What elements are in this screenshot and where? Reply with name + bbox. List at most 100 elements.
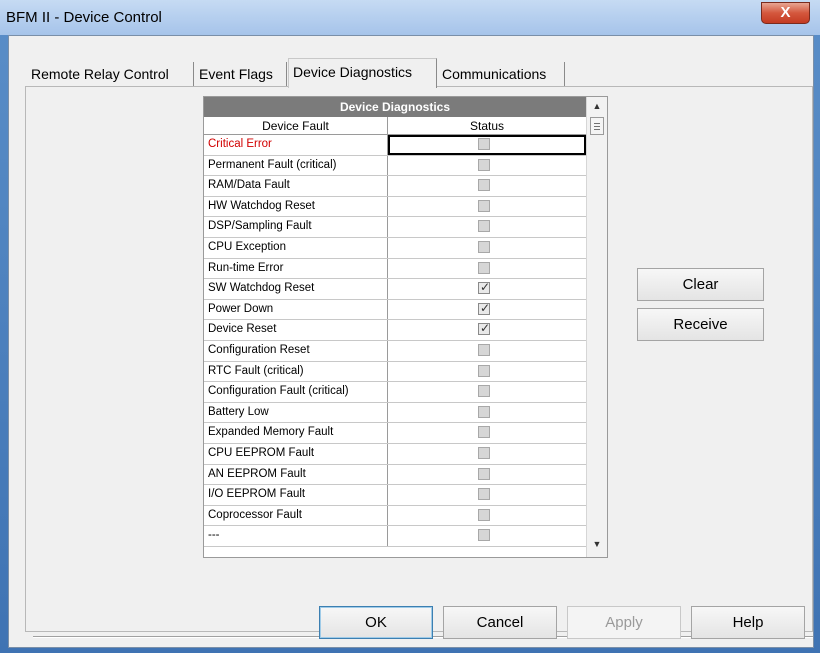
- status-checkbox[interactable]: [478, 158, 490, 171]
- device-fault-cell: RAM/Data Fault: [204, 176, 388, 196]
- grid-title: Device Diagnostics: [204, 97, 586, 117]
- status-cell[interactable]: [388, 197, 586, 217]
- status-checkbox[interactable]: [478, 261, 490, 274]
- table-row[interactable]: Configuration Reset: [204, 340, 586, 362]
- status-checkbox[interactable]: [478, 446, 490, 459]
- status-cell[interactable]: [388, 485, 586, 505]
- apply-button[interactable]: Apply: [567, 606, 681, 639]
- status-cell[interactable]: [388, 259, 586, 279]
- table-row[interactable]: Critical Error: [204, 135, 586, 156]
- table-row[interactable]: RAM/Data Fault: [204, 176, 586, 197]
- diagnostics-grid[interactable]: Device Diagnostics Device Fault Status C…: [203, 96, 608, 558]
- checkmark-icon: ✓: [480, 300, 491, 315]
- status-checkbox[interactable]: [478, 529, 490, 542]
- device-fault-cell: Expanded Memory Fault: [204, 423, 388, 443]
- status-cell[interactable]: [388, 341, 586, 361]
- close-button[interactable]: X: [761, 2, 810, 24]
- device-fault-cell: Battery Low: [204, 402, 388, 423]
- status-cell[interactable]: [388, 444, 586, 464]
- dialog-client-area: Remote Relay Control Event Flags Device …: [8, 35, 814, 648]
- status-cell[interactable]: ✓: [388, 320, 586, 340]
- status-checkbox[interactable]: [478, 385, 490, 398]
- status-checkbox[interactable]: [478, 364, 490, 377]
- status-checkbox[interactable]: [478, 138, 490, 150]
- table-row[interactable]: AN EEPROM Fault: [204, 464, 586, 486]
- device-fault-cell: RTC Fault (critical): [204, 361, 388, 382]
- vertical-scrollbar[interactable]: ▲ ▼: [586, 97, 607, 557]
- table-row[interactable]: Run-time Error: [204, 258, 586, 280]
- clear-button[interactable]: Clear: [637, 268, 764, 301]
- tab-device-diagnostics[interactable]: Device Diagnostics: [288, 58, 437, 88]
- column-header-device-fault[interactable]: Device Fault: [204, 117, 388, 135]
- cancel-button[interactable]: Cancel: [443, 606, 557, 639]
- ok-button[interactable]: OK: [319, 606, 433, 639]
- status-checkbox[interactable]: ✓: [478, 321, 491, 336]
- status-cell[interactable]: [388, 423, 586, 443]
- table-row[interactable]: DSP/Sampling Fault: [204, 217, 586, 238]
- status-cell[interactable]: [388, 506, 586, 526]
- status-cell[interactable]: [388, 465, 586, 485]
- status-checkbox[interactable]: [478, 343, 490, 356]
- table-row[interactable]: Power Down ✓: [204, 299, 586, 321]
- table-row[interactable]: Configuration Fault (critical): [204, 382, 586, 403]
- table-row[interactable]: Device Reset ✓: [204, 320, 586, 341]
- device-fault-cell: CPU EEPROM Fault: [204, 443, 388, 464]
- device-fault-cell: Configuration Reset: [204, 340, 388, 361]
- title-bar[interactable]: BFM II - Device Control X: [0, 0, 820, 35]
- status-checkbox[interactable]: [478, 199, 490, 212]
- tab-communications[interactable]: Communications: [438, 62, 565, 86]
- table-row[interactable]: Battery Low: [204, 402, 586, 424]
- device-fault-cell: HW Watchdog Reset: [204, 196, 388, 217]
- table-row[interactable]: ---: [204, 526, 586, 547]
- table-row[interactable]: Permanent Fault (critical): [204, 155, 586, 177]
- checkmark-icon: ✓: [480, 321, 491, 336]
- device-fault-cell: SW Watchdog Reset: [204, 279, 388, 299]
- table-row[interactable]: HW Watchdog Reset: [204, 196, 586, 218]
- status-checkbox[interactable]: [478, 220, 490, 233]
- table-row[interactable]: CPU Exception: [204, 237, 586, 259]
- table-row[interactable]: CPU EEPROM Fault: [204, 443, 586, 465]
- status-checkbox[interactable]: [478, 508, 490, 521]
- status-cell[interactable]: [388, 382, 586, 402]
- receive-button[interactable]: Receive: [637, 308, 764, 341]
- status-cell[interactable]: ✓: [388, 279, 586, 299]
- thumb-grip-line: [594, 129, 600, 130]
- device-fault-cell: Device Reset: [204, 320, 388, 340]
- table-row[interactable]: SW Watchdog Reset ✓: [204, 279, 586, 300]
- table-row[interactable]: RTC Fault (critical): [204, 361, 586, 383]
- status-cell[interactable]: [388, 403, 586, 423]
- status-cell[interactable]: [388, 238, 586, 258]
- device-fault-cell: DSP/Sampling Fault: [204, 217, 388, 237]
- status-cell[interactable]: ✓: [388, 300, 586, 320]
- status-checkbox[interactable]: [478, 467, 490, 480]
- status-checkbox[interactable]: [478, 426, 490, 439]
- status-checkbox[interactable]: [478, 179, 490, 192]
- status-checkbox[interactable]: ✓: [478, 280, 491, 295]
- device-fault-cell: I/O EEPROM Fault: [204, 485, 388, 505]
- status-cell[interactable]: [388, 362, 586, 382]
- status-checkbox[interactable]: [478, 488, 490, 501]
- status-checkbox[interactable]: [478, 240, 490, 253]
- status-cell[interactable]: [388, 176, 586, 196]
- status-cell[interactable]: [388, 526, 586, 546]
- dialog-window: BFM II - Device Control X Remote Relay C…: [0, 0, 820, 653]
- status-checkbox[interactable]: ✓: [478, 300, 491, 315]
- checkmark-icon: ✓: [480, 280, 491, 295]
- table-row[interactable]: Coprocessor Fault: [204, 505, 586, 527]
- column-header-status[interactable]: Status: [388, 117, 586, 135]
- help-button[interactable]: Help: [691, 606, 805, 639]
- tab-event-flags[interactable]: Event Flags: [195, 62, 287, 86]
- device-fault-cell: Coprocessor Fault: [204, 505, 388, 526]
- device-fault-cell: Run-time Error: [204, 258, 388, 279]
- status-checkbox[interactable]: [478, 405, 490, 418]
- scroll-down-arrow-icon[interactable]: ▼: [589, 539, 605, 553]
- tab-remote-relay-control[interactable]: Remote Relay Control: [27, 62, 194, 86]
- scroll-up-arrow-icon[interactable]: ▲: [589, 101, 605, 115]
- table-row[interactable]: I/O EEPROM Fault: [204, 485, 586, 506]
- table-row[interactable]: Expanded Memory Fault: [204, 423, 586, 444]
- scroll-thumb[interactable]: [590, 117, 604, 135]
- status-cell[interactable]: [388, 135, 586, 155]
- status-cell[interactable]: [388, 156, 586, 176]
- window-title: BFM II - Device Control: [6, 9, 162, 26]
- status-cell[interactable]: [388, 217, 586, 237]
